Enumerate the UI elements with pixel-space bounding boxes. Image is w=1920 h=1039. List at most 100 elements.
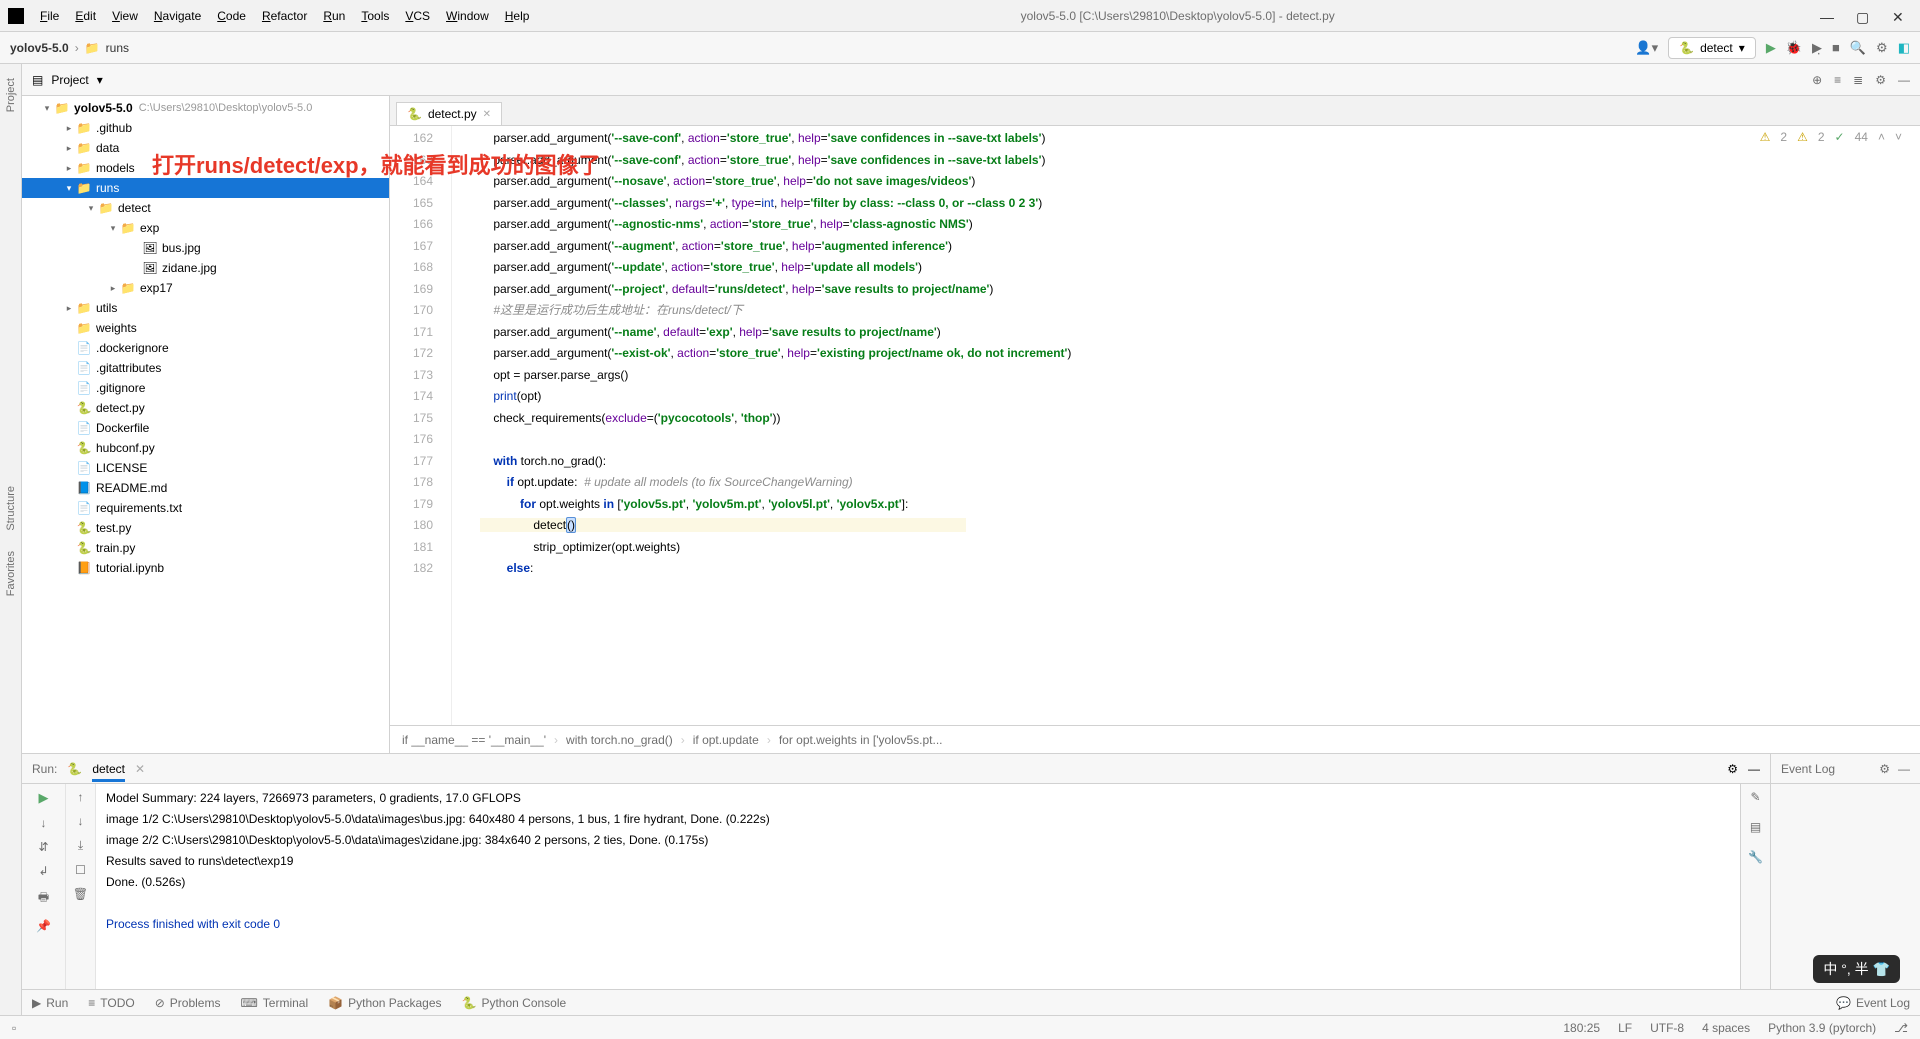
tree-item-dockerfile[interactable]: 📄Dockerfile [22, 418, 389, 438]
code-crumb[interactable]: for opt.weights in ['yolov5s.pt... [779, 733, 943, 747]
code-crumb[interactable]: if __name__ == '__main__' [402, 733, 546, 747]
project-tool-button[interactable]: Project [5, 78, 17, 112]
trash-button[interactable]: 🗑 [73, 887, 88, 901]
tree-item-test-py[interactable]: 🐍test.py [22, 518, 389, 538]
chevron-up-icon[interactable]: ˄ [1878, 130, 1885, 144]
tree-item--gitattributes[interactable]: 📄.gitattributes [22, 358, 389, 378]
maximize-button[interactable]: ▢ [1856, 9, 1870, 23]
breadcrumb[interactable]: yolov5-5.0 › 📁 runs [10, 41, 129, 55]
close-icon[interactable]: ✕ [483, 109, 491, 120]
debug-button[interactable]: 🐞 [1786, 40, 1802, 56]
close-button[interactable]: ✕ [1892, 9, 1906, 23]
print-button[interactable]: 🖶 [38, 888, 49, 909]
stop-button[interactable]: ■ [1832, 40, 1840, 55]
gear-icon[interactable]: ⚙ [1875, 73, 1886, 87]
git-branch-icon[interactable]: ⎇ [1894, 1021, 1908, 1035]
menu-vcs[interactable]: VCS [399, 7, 436, 25]
tree-item-exp[interactable]: ▾📁exp [22, 218, 389, 238]
tree-item-data[interactable]: ▸📁data [22, 138, 389, 158]
tree-item-detect[interactable]: ▾📁detect [22, 198, 389, 218]
clear-button[interactable]: ☐ [75, 863, 86, 877]
structure-tool-button[interactable]: Structure [5, 486, 17, 531]
code-area[interactable]: parser.add_argument('--save-conf', actio… [452, 126, 1920, 725]
menu-navigate[interactable]: Navigate [148, 7, 207, 25]
tree-item-license[interactable]: 📄LICENSE [22, 458, 389, 478]
tool-terminal[interactable]: ⌨Terminal [240, 996, 308, 1010]
breadcrumb-folder[interactable]: runs [106, 41, 129, 55]
export-button[interactable]: ⤓ [78, 838, 83, 853]
collapse-icon[interactable]: ≣ [1853, 73, 1863, 87]
editor-tab-detect[interactable]: 🐍 detect.py ✕ [396, 102, 502, 125]
down-button[interactable]: ↓ [78, 814, 84, 828]
hide-icon[interactable]: — [1898, 762, 1910, 776]
hide-icon[interactable]: — [1748, 762, 1760, 776]
soft-wrap-button[interactable]: ↲ [38, 864, 48, 878]
tree-item-models[interactable]: ▸📁models [22, 158, 389, 178]
interpreter[interactable]: Python 3.9 (pytorch) [1768, 1021, 1876, 1035]
encoding[interactable]: UTF-8 [1650, 1021, 1684, 1035]
layout-icon[interactable]: ▤ [1750, 820, 1761, 834]
user-icon[interactable]: 👤▾ [1635, 40, 1658, 56]
console-output[interactable]: Model Summary: 224 layers, 7266973 param… [96, 784, 1740, 989]
menu-run[interactable]: Run [317, 7, 351, 25]
menu-edit[interactable]: Edit [69, 7, 102, 25]
tree-item-zidane-jpg[interactable]: 🖼zidane.jpg [22, 258, 389, 278]
run-button[interactable]: ▶ [1766, 40, 1776, 56]
tree-item--github[interactable]: ▸📁.github [22, 118, 389, 138]
tree-item--gitignore[interactable]: 📄.gitignore [22, 378, 389, 398]
menu-view[interactable]: View [106, 7, 144, 25]
tool-todo[interactable]: ≡TODO [88, 996, 134, 1010]
favorites-tool-button[interactable]: Favorites [5, 551, 17, 596]
tree-item-detect-py[interactable]: 🐍detect.py [22, 398, 389, 418]
chevron-down-icon[interactable]: ˅ [1895, 130, 1902, 144]
menu-file[interactable]: File [34, 7, 65, 25]
wrench-icon[interactable]: 🔧 [1748, 850, 1763, 864]
tool-python-packages[interactable]: 📦Python Packages [328, 996, 441, 1010]
tree-item-hubconf-py[interactable]: 🐍hubconf.py [22, 438, 389, 458]
tree-item-yolov5-5-0[interactable]: ▾📁yolov5-5.0C:\Users\29810\Desktop\yolov… [22, 98, 389, 118]
tool-problems[interactable]: ⊘Problems [155, 996, 221, 1010]
status-indicator-icon[interactable]: ▫ [12, 1021, 16, 1035]
menu-refactor[interactable]: Refactor [256, 7, 313, 25]
indent[interactable]: 4 spaces [1702, 1021, 1750, 1035]
editor-body[interactable]: ⚠2 ⚠2 ✓44 ˄˅ 162163164165166167168169170… [390, 126, 1920, 725]
code-breadcrumbs[interactable]: if __name__ == '__main__'›with torch.no_… [390, 725, 1920, 753]
event-log-header[interactable]: Event Log ⚙ — [1771, 754, 1920, 784]
run-config-selector[interactable]: 🐍 detect ▾ [1668, 37, 1756, 59]
rerun-button[interactable]: ▶ [39, 790, 49, 806]
tree-item-runs[interactable]: ▾📁runs [22, 178, 389, 198]
up-button[interactable]: ↑ [78, 790, 84, 804]
tree-item-bus-jpg[interactable]: 🖼bus.jpg [22, 238, 389, 258]
code-crumb[interactable]: if opt.update [693, 733, 759, 747]
settings-icon[interactable]: ⚙ [1876, 40, 1888, 56]
tool-event-log[interactable]: 💬Event Log [1836, 996, 1910, 1010]
project-tree[interactable]: ▾📁yolov5-5.0C:\Users\29810\Desktop\yolov… [22, 96, 390, 753]
menu-tools[interactable]: Tools [355, 7, 395, 25]
line-ending[interactable]: LF [1618, 1021, 1632, 1035]
gear-icon[interactable]: ⚙ [1727, 762, 1738, 776]
hide-icon[interactable]: — [1898, 73, 1910, 87]
tool-python-console[interactable]: 🐍Python Console [462, 996, 567, 1010]
caret-position[interactable]: 180:25 [1563, 1021, 1600, 1035]
tree-item-utils[interactable]: ▸📁utils [22, 298, 389, 318]
tree-item-tutorial-ipynb[interactable]: 📙tutorial.ipynb [22, 558, 389, 578]
ime-indicator[interactable]: 中 °, 半 👕 [1813, 955, 1900, 983]
stop-button[interactable]: ↓ [41, 816, 47, 830]
filter-button[interactable]: ⇵ [38, 840, 48, 854]
close-icon[interactable]: ✕ [135, 762, 145, 776]
tree-item-exp17[interactable]: ▸📁exp17 [22, 278, 389, 298]
tree-item--dockerignore[interactable]: 📄.dockerignore [22, 338, 389, 358]
menu-window[interactable]: Window [440, 7, 495, 25]
edit-icon[interactable]: ✎ [1750, 790, 1760, 804]
breadcrumb-project[interactable]: yolov5-5.0 [10, 41, 69, 55]
line-gutter[interactable]: 1621631641651661671681691701711721731741… [390, 126, 452, 725]
expand-icon[interactable]: ≡ [1834, 73, 1841, 87]
tree-item-train-py[interactable]: 🐍train.py [22, 538, 389, 558]
code-crumb[interactable]: with torch.no_grad() [566, 733, 673, 747]
coverage-button[interactable]: ▶̣ [1812, 40, 1822, 56]
gear-icon[interactable]: ⚙ [1879, 762, 1890, 776]
menu-help[interactable]: Help [499, 7, 536, 25]
tree-item-readme-md[interactable]: 📘README.md [22, 478, 389, 498]
inspections-widget[interactable]: ⚠2 ⚠2 ✓44 ˄˅ [1760, 130, 1902, 144]
project-title[interactable]: Project [51, 73, 88, 87]
